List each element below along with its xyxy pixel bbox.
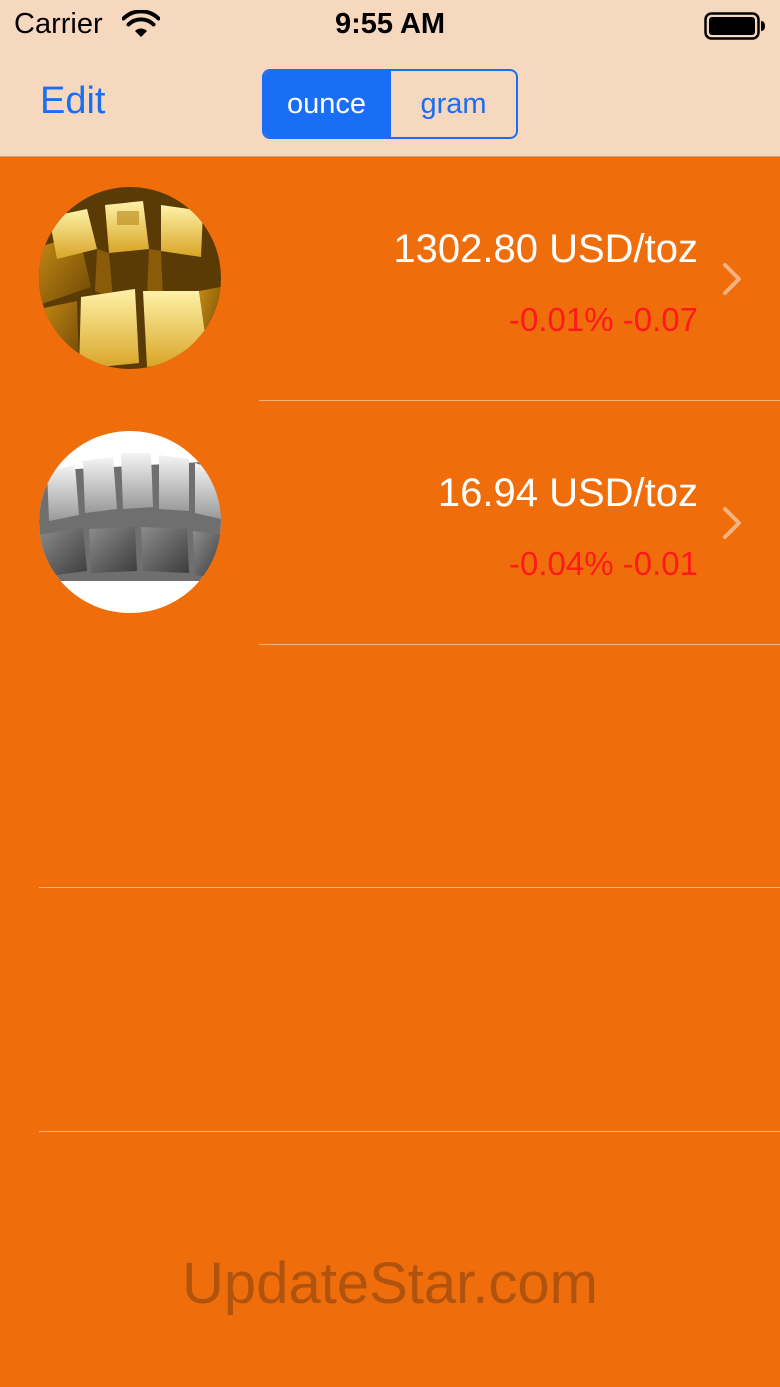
chevron-right-icon <box>723 263 741 295</box>
segment-ounce[interactable]: ounce <box>264 71 389 137</box>
clock: 9:55 AM <box>334 8 446 40</box>
row-separator <box>39 887 780 888</box>
unit-segmented-control: ounce gram <box>262 69 518 139</box>
gold-price: 1302.80 USD/toz <box>393 227 698 271</box>
silver-price: 16.94 USD/toz <box>437 471 698 515</box>
edit-button[interactable]: Edit <box>40 80 105 123</box>
row-separator <box>259 644 780 645</box>
metal-row-silver[interactable]: 16.94 USD/toz -0.04% -0.01 <box>0 401 780 644</box>
segment-gram[interactable]: gram <box>389 71 516 137</box>
chevron-right-icon <box>723 507 741 539</box>
gold-bars-image <box>39 187 221 369</box>
navigation-bar: Edit ounce gram <box>0 52 780 157</box>
watermark: UpdateStar.com <box>182 1251 598 1316</box>
gold-change: -0.01% -0.07 <box>509 301 698 338</box>
silver-change: -0.04% -0.01 <box>509 545 698 582</box>
status-bar: Carrier 9:55 AM <box>0 0 780 52</box>
battery-icon <box>704 12 765 40</box>
metal-row-gold[interactable]: 1302.80 USD/toz -0.01% -0.07 <box>0 157 780 400</box>
silver-bars-image <box>39 431 221 613</box>
row-separator <box>39 1131 780 1132</box>
